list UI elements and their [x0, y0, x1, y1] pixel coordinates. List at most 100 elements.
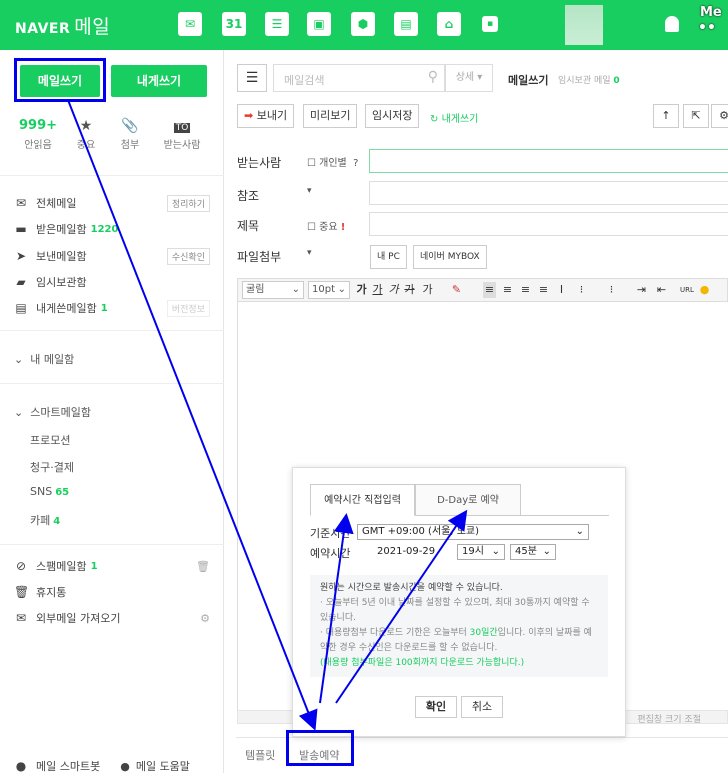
align-justify-icon[interactable]: ≡ — [537, 282, 550, 298]
smart-mailbox-toggle[interactable]: ⌄ 스마트메일함 — [14, 404, 91, 420]
search-icon[interactable]: ⚲ — [428, 69, 438, 85]
menu-icon[interactable]: ☰ — [237, 64, 267, 92]
tab-direct-input[interactable]: 예약시간 직접입력 — [310, 484, 415, 516]
subject-field[interactable] — [369, 212, 728, 236]
organize-button[interactable]: 정리하기 — [166, 194, 210, 212]
more-icon[interactable]: •• — [698, 20, 716, 36]
gear-icon[interactable]: ⚙ — [200, 612, 210, 625]
send-icon: ➤ — [15, 249, 27, 263]
line-height-icon[interactable]: I — [555, 282, 568, 298]
mail-icon[interactable]: ✉ — [178, 12, 202, 36]
highlight-icon[interactable]: ✎ — [450, 282, 463, 298]
search-detail-dropdown[interactable]: 상세 ▾ — [445, 64, 493, 92]
stat-to[interactable]: TO 받는사람 — [157, 118, 207, 151]
calendar-icon[interactable]: 31 — [222, 12, 246, 36]
font-select[interactable]: 굴림 ⌄ — [242, 281, 304, 299]
folder-all[interactable]: ✉ 전체메일 정리하기 — [14, 193, 210, 213]
important-option[interactable]: ☐ 중요 ! — [307, 218, 345, 233]
cancel-button[interactable]: 취소 — [461, 696, 503, 718]
folder-count: 1220 — [90, 223, 119, 235]
attach-dropdown[interactable]: ▾ — [307, 248, 312, 258]
outdent-icon[interactable]: ⇤ — [655, 282, 668, 298]
folder-trash[interactable]: 🗑 휴지통 — [14, 582, 210, 602]
search-input[interactable]: 메일검색 ⚲ — [273, 64, 445, 92]
self-compose-button[interactable]: 내게쓰기 — [111, 65, 207, 97]
my-pc-button[interactable]: 내 PC — [370, 245, 407, 269]
bell-icon[interactable] — [665, 16, 679, 32]
cc-dropdown[interactable]: ▾ — [307, 186, 312, 196]
timezone-select[interactable]: GMT +09:00 (서울, 도쿄) ⌄ — [357, 524, 589, 540]
bottom-bar: 템플릿 발송예약 — [236, 737, 728, 773]
chevron-down-icon: ⌄ — [14, 353, 31, 366]
cc-field[interactable] — [369, 181, 728, 205]
italic-button[interactable]: 가 — [387, 282, 400, 298]
folder-sent[interactable]: ➤ 보낸메일함 수신확인 — [14, 246, 210, 266]
naver-mail-logo[interactable]: NAVER 메일 — [15, 12, 110, 39]
smart-item-promotion[interactable]: 프로모션 — [30, 432, 70, 448]
folder-spam[interactable]: ⊘ 스팸메일함 1 🗑 — [14, 556, 210, 576]
underline-button[interactable]: 가 — [371, 282, 384, 298]
template-tab[interactable]: 템플릿 — [245, 747, 275, 763]
to-field[interactable] — [369, 149, 728, 173]
schedule-send-button[interactable]: 발송예약 — [299, 747, 339, 763]
align-center-icon[interactable]: ≡ — [501, 282, 514, 298]
popout-icon[interactable]: ⇱ — [683, 104, 709, 128]
folder-drafts[interactable]: ▰ 임시보관함 — [14, 272, 210, 292]
individual-option[interactable]: ☐ 개인별 ? — [307, 154, 358, 169]
self-write-link[interactable]: ↻ 내게쓰기 — [430, 110, 478, 125]
date-field[interactable]: 2021-09-29 — [377, 546, 435, 557]
bold-button[interactable]: 가 — [355, 282, 368, 298]
stat-label: 안읽음 — [24, 140, 52, 151]
numbered-list-icon[interactable]: ⁝ — [575, 282, 588, 298]
gear-icon[interactable]: ⚙ — [711, 104, 728, 128]
trash-small-icon[interactable]: 🗑 — [196, 560, 210, 573]
version-button[interactable]: 버전정보 — [166, 299, 210, 317]
up-arrow-icon[interactable]: ↑ — [653, 104, 679, 128]
help-link[interactable]: 메일 도움말 — [136, 758, 190, 773]
avatar[interactable] — [565, 5, 603, 45]
align-left-icon[interactable]: ≡ — [483, 282, 496, 298]
mybox-button[interactable]: 네이버 MYBOX — [413, 245, 487, 269]
folder-self[interactable]: ▤ 내게쓴메일함 1 버전정보 — [14, 298, 210, 318]
compose-title: 메일쓰기 — [508, 74, 549, 87]
contacts-icon[interactable]: ▣ — [307, 12, 331, 36]
profile-name[interactable]: Me — [700, 5, 722, 20]
smart-item-billing[interactable]: 청구·결제 — [30, 459, 74, 475]
minute-select[interactable]: 45분 ⌄ — [510, 544, 556, 560]
compose-button[interactable]: 메일쓰기 — [20, 65, 100, 97]
envelope-icon: ✉ — [15, 196, 27, 210]
bullet-list-icon[interactable]: ⁝ — [605, 282, 618, 298]
read-receipt-button[interactable]: 수신확인 — [166, 247, 210, 265]
indent-icon[interactable]: ⇥ — [635, 282, 648, 298]
hexagon-icon[interactable]: ⬢ — [351, 12, 375, 36]
list-icon[interactable]: ☰ — [265, 12, 289, 36]
font-color-button[interactable]: 가 — [421, 282, 434, 298]
memo-icon[interactable]: ▤ — [394, 12, 418, 36]
save-draft-button[interactable]: 임시저장 — [365, 104, 420, 128]
folder-label: 받은메일함 — [36, 223, 87, 236]
emoji-icon[interactable]: ● — [698, 282, 711, 298]
smart-item-sns[interactable]: SNS 65 — [30, 485, 69, 498]
external-mail[interactable]: ✉ 외부메일 가져오기 ⚙ — [14, 608, 210, 628]
strike-button[interactable]: 가 — [403, 282, 416, 298]
tab-dday[interactable]: D-Day로 예약 — [415, 484, 521, 516]
send-button[interactable]: ➡ 보내기 — [237, 104, 295, 128]
stat-important[interactable]: ★ 중요 — [61, 118, 111, 151]
block-icon: ⊘ — [15, 559, 27, 573]
stat-attach[interactable]: 📎 첨부 — [105, 118, 155, 151]
align-right-icon[interactable]: ≡ — [519, 282, 532, 298]
my-mailbox-toggle[interactable]: ⌄ 내 메일함 — [14, 351, 74, 367]
stat-unread[interactable]: 999+ 안읽음 — [13, 118, 63, 151]
hour-select[interactable]: 19시 ⌄ — [457, 544, 505, 560]
preview-button[interactable]: 미리보기 — [303, 104, 358, 128]
size-select[interactable]: 10pt ⌄ — [308, 281, 350, 299]
url-icon[interactable]: URL — [680, 282, 694, 298]
house-icon[interactable]: ⌂ — [437, 12, 461, 36]
mail-smartbot[interactable]: ● 메일 스마트봇 ● 메일 도움말 — [14, 756, 210, 773]
base-time-label: 기준시간 — [310, 527, 351, 540]
to-label: 받는사람 — [237, 156, 282, 170]
smart-item-cafe[interactable]: 카페 4 — [30, 512, 60, 528]
app-icon[interactable]: ▪ — [482, 16, 498, 32]
confirm-button[interactable]: 확인 — [415, 696, 457, 718]
folder-inbox[interactable]: ▬ 받은메일함 1220 — [14, 219, 210, 239]
